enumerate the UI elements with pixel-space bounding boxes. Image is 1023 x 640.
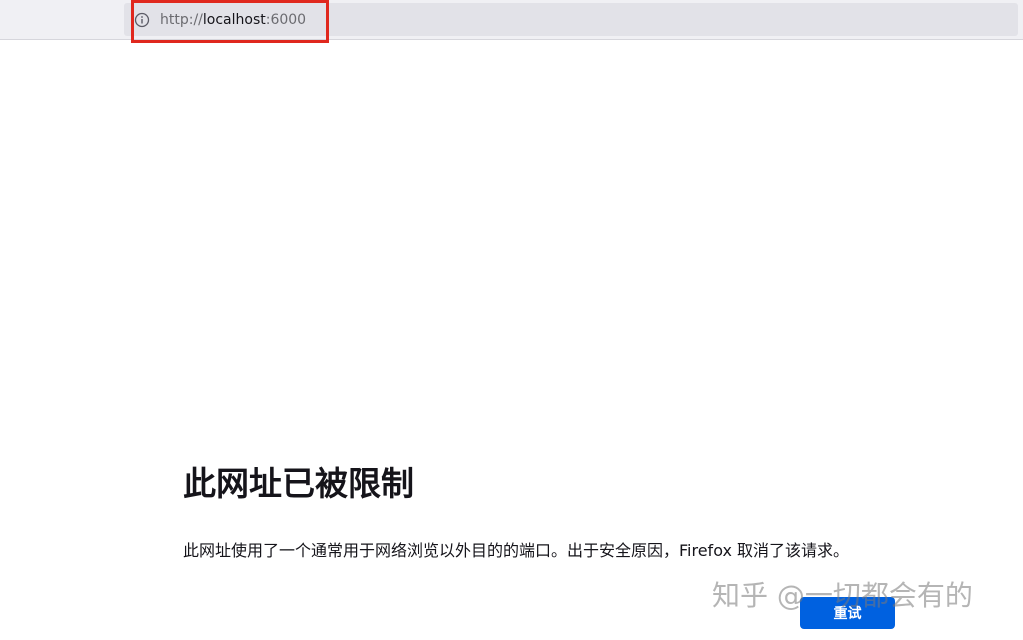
url-host: localhost <box>202 12 266 28</box>
url-prefix: http:// <box>160 12 203 28</box>
error-description: 此网址使用了一个通常用于网络浏览以外目的的端口。出于安全原因，Firefox 取… <box>183 541 850 560</box>
error-title: 此网址已被限制 <box>183 464 414 503</box>
retry-button[interactable]: 重试 <box>800 597 895 629</box>
info-icon[interactable] <box>134 12 150 28</box>
url-text[interactable]: http://localhost:6000 <box>160 11 306 29</box>
browser-toolbar <box>0 0 1023 40</box>
url-port: :6000 <box>265 12 307 28</box>
